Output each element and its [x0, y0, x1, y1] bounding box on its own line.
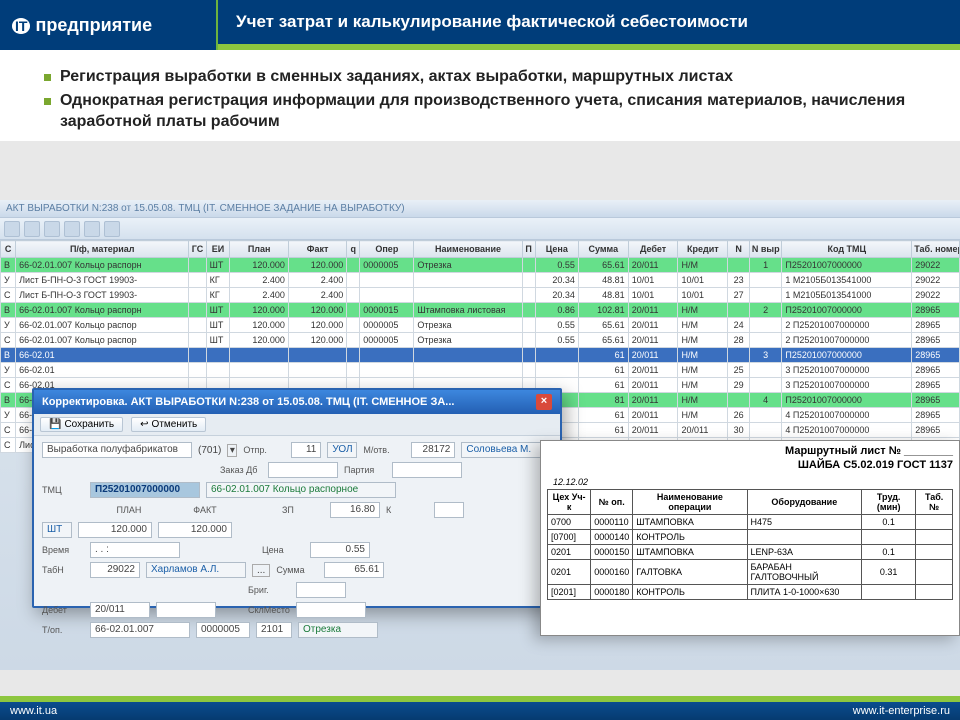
brig-field[interactable]	[296, 582, 346, 598]
content: Регистрация выработки в сменных заданиях…	[0, 50, 960, 141]
route-title: Маршрутный лист № ________	[547, 445, 953, 457]
grid-header[interactable]: N	[728, 241, 750, 258]
dialog-body: Выработка полуфабрикатов (701) ▾ Отпр. 1…	[34, 436, 560, 648]
route-row: 02010000150ШТАМПОВКАLENP-63А0.1	[548, 545, 953, 560]
header: ІТ предприятие Учет затрат и калькулиров…	[0, 0, 960, 50]
grid-header[interactable]: П	[522, 241, 535, 258]
grid-header[interactable]: Кредит	[678, 241, 728, 258]
table-row[interactable]: У66-02.016120/011Н/М253 П252010070000002…	[1, 363, 960, 378]
grid-header[interactable]: Факт	[288, 241, 346, 258]
zakaz-field[interactable]	[268, 462, 338, 478]
table-row[interactable]: С66-02.01.007 Кольцо распорШТ120.000120.…	[1, 333, 960, 348]
toolbar-button[interactable]	[104, 221, 120, 237]
bullet-2: Однократная регистрация информации для п…	[44, 90, 932, 133]
dropdown-icon[interactable]: ▾	[227, 444, 237, 457]
table-row[interactable]: В66-02.01.007 Кольцо распорнШТ120.000120…	[1, 258, 960, 273]
table-row[interactable]: В66-02.01.007 Кольцо распорнШТ120.000120…	[1, 303, 960, 318]
summa-field[interactable]: 65.61	[324, 562, 384, 578]
route-row: [0201]0000180КОНТРОЛЬПЛИТА 1-0-1000×630	[548, 585, 953, 600]
app-window: АКТ ВЫРАБОТКИ N:238 от 15.05.08. ТМЦ (IT…	[0, 200, 960, 670]
table-row[interactable]: СЛист Б-ПН-О-3 ГОСТ 19903-КГ2.4002.40020…	[1, 288, 960, 303]
route-row: 07000000110ШТАМПОВКАН4750.1	[548, 515, 953, 530]
route-subtitle: ШАЙБА С5.02.019 ГОСТ 1137	[547, 459, 953, 471]
k-field[interactable]	[434, 502, 464, 518]
route-row: [0700]0000140КОНТРОЛЬ	[548, 530, 953, 545]
bullet-1: Регистрация выработки в сменных заданиях…	[44, 66, 932, 88]
grid-header[interactable]: С	[1, 241, 16, 258]
toolbar-button[interactable]	[24, 221, 40, 237]
grid-header[interactable]: Опер	[360, 241, 414, 258]
dialog-titlebar[interactable]: Корректировка. АКТ ВЫРАБОТКИ N:238 от 15…	[34, 390, 560, 414]
grid-header[interactable]: Цена	[535, 241, 578, 258]
route-table: Цех Уч-к№ оп.Наименование операцииОборуд…	[547, 489, 953, 600]
grid-header[interactable]: N выр	[749, 241, 781, 258]
debet-field[interactable]: 20/011	[90, 602, 150, 618]
cancel-button[interactable]: ↩ Отменить	[131, 417, 206, 432]
table-row[interactable]: В66-02.016120/011Н/М3П252010070000002896…	[1, 348, 960, 363]
motv-field[interactable]: 28172	[411, 442, 455, 458]
tmc-code[interactable]: П25201007000000	[90, 482, 200, 498]
vyrab-field[interactable]: Выработка полуфабрикатов	[42, 442, 192, 458]
sklmesto-field[interactable]	[296, 602, 366, 618]
zp-field[interactable]: 16.80	[330, 502, 380, 518]
toolbar-button[interactable]	[84, 221, 100, 237]
dialog-title: Корректировка. АКТ ВЫРАБОТКИ N:238 от 15…	[42, 396, 454, 408]
lookup-button[interactable]: ...	[252, 564, 270, 577]
dialog-toolbar: 💾 Сохранить ↩ Отменить	[34, 414, 560, 436]
toolbar-button[interactable]	[4, 221, 20, 237]
footer-left: www.it.ua	[10, 705, 57, 717]
table-row[interactable]: УЛист Б-ПН-О-3 ГОСТ 19903-КГ2.4002.40020…	[1, 273, 960, 288]
grid-header[interactable]: План	[230, 241, 288, 258]
save-button[interactable]: 💾 Сохранить	[40, 417, 123, 432]
close-icon[interactable]: ×	[536, 394, 552, 410]
logo: ІТ предприятие	[0, 0, 218, 50]
grid-header[interactable]: ЕИ	[206, 241, 230, 258]
footer-right: www.it-enterprise.ru	[853, 705, 950, 717]
grid-header[interactable]: Сумма	[578, 241, 628, 258]
table-row[interactable]: У66-02.01.007 Кольцо распорШТ120.000120.…	[1, 318, 960, 333]
footer: www.it.ua www.it-enterprise.ru	[0, 696, 960, 720]
toolbar-button[interactable]	[64, 221, 80, 237]
edit-dialog: Корректировка. АКТ ВЫРАБОТКИ N:238 от 15…	[32, 388, 562, 608]
window-title: АКТ ВЫРАБОТКИ N:238 от 15.05.08. ТМЦ (IT…	[0, 200, 960, 218]
route-sheet: Маршрутный лист № ________ ШАЙБА С5.02.0…	[540, 440, 960, 636]
cena-field[interactable]: 0.55	[310, 542, 370, 558]
toolbar-button[interactable]	[44, 221, 60, 237]
top-field[interactable]: 66-02.01.007	[90, 622, 190, 638]
fact-field[interactable]: 120.000	[158, 522, 232, 538]
slide-title: Учет затрат и калькулирование фактическо…	[218, 0, 960, 50]
grid-header[interactable]: Наименование	[414, 241, 522, 258]
route-row: 02010000160ГАЛТОВКАБАРАБАН ГАЛТОВОЧНЫЙ0.…	[548, 560, 953, 585]
grid-header[interactable]: ГС	[189, 241, 206, 258]
logo-word: предприятие	[35, 15, 152, 35]
otpr-field[interactable]: 11	[291, 442, 321, 458]
grid-header[interactable]: Код ТМЦ	[782, 241, 912, 258]
toolbar[interactable]	[0, 218, 960, 240]
grid-header[interactable]: П/ф, материал	[16, 241, 189, 258]
grid-header[interactable]: Дебет	[628, 241, 678, 258]
partiya-field[interactable]	[392, 462, 462, 478]
route-date: 12.12.02	[553, 477, 953, 487]
vremya-field[interactable]: . . :	[90, 542, 180, 558]
tabn-field[interactable]: 29022	[90, 562, 140, 578]
grid-header[interactable]: q	[347, 241, 360, 258]
plan-field[interactable]: 120.000	[78, 522, 152, 538]
grid-header[interactable]: Таб. номер	[912, 241, 960, 258]
logo-mark: ІТ	[12, 18, 30, 34]
